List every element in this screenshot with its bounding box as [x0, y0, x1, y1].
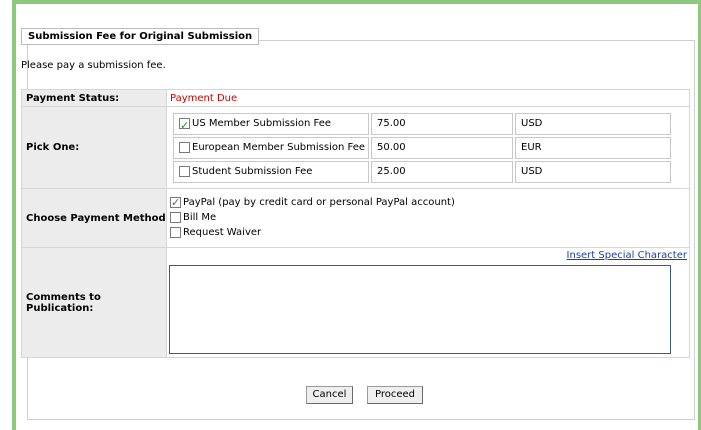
- method-paypal: PayPal (pay by credit card or personal P…: [167, 195, 689, 210]
- payment-status-value: Payment Due: [170, 92, 238, 104]
- method-request-waiver: Request Waiver: [167, 225, 689, 240]
- comments-row: Comments to Publication: Insert Special …: [21, 247, 690, 358]
- paypal-label: PayPal (pay by credit card or personal P…: [183, 197, 455, 208]
- student-fee-name: Student Submission Fee: [192, 166, 313, 177]
- payment-method-label: Choose Payment Method: [21, 188, 167, 248]
- bill-me-label: Bill Me: [183, 212, 217, 223]
- payment-method-row: Choose Payment Method PayPal (pay by cre…: [21, 188, 690, 248]
- intro-text: Please pay a submission fee.: [21, 60, 166, 71]
- request-waiver-label: Request Waiver: [183, 227, 262, 238]
- method-bill-me: Bill Me: [167, 210, 689, 225]
- comments-label: Comments to Publication:: [21, 247, 167, 358]
- fee-option-student: Student Submission Fee 25.00 USD: [167, 159, 689, 183]
- pick-one-label: Pick One:: [21, 106, 167, 189]
- payment-status-label: Payment Status:: [21, 89, 167, 107]
- european-fee-amount: 50.00: [371, 137, 513, 159]
- european-fee-name: European Member Submission Fee: [192, 142, 366, 153]
- submission-fee-form: Payment Status: Payment Due Pick One: US…: [21, 89, 690, 358]
- request-waiver-checkbox[interactable]: [170, 226, 181, 238]
- fee-option-european: European Member Submission Fee 50.00 EUR: [167, 135, 689, 159]
- student-fee-currency: USD: [515, 161, 671, 183]
- paypal-checkbox[interactable]: [170, 195, 181, 210]
- bill-me-checkbox[interactable]: [170, 211, 181, 223]
- us-fee-checkbox[interactable]: [179, 116, 190, 136]
- european-fee-checkbox[interactable]: [179, 141, 190, 153]
- cancel-button[interactable]: Cancel: [306, 386, 353, 404]
- payment-status-row: Payment Status: Payment Due: [21, 89, 690, 107]
- european-fee-currency: EUR: [515, 137, 671, 159]
- student-fee-checkbox[interactable]: [179, 165, 190, 177]
- us-fee-currency: USD: [515, 113, 671, 135]
- us-fee-name: US Member Submission Fee: [192, 118, 332, 129]
- student-fee-amount: 25.00: [371, 161, 513, 183]
- proceed-button[interactable]: Proceed: [367, 386, 423, 404]
- fee-option-us: US Member Submission Fee 75.00 USD: [167, 111, 689, 136]
- section-legend: Submission Fee for Original Submission: [21, 28, 260, 45]
- pick-one-row: Pick One: US Member Submission Fee 75.00…: [21, 106, 690, 189]
- us-fee-amount: 75.00: [371, 113, 513, 135]
- comments-textarea[interactable]: [169, 265, 671, 354]
- insert-special-character-link[interactable]: Insert Special Character: [567, 250, 687, 261]
